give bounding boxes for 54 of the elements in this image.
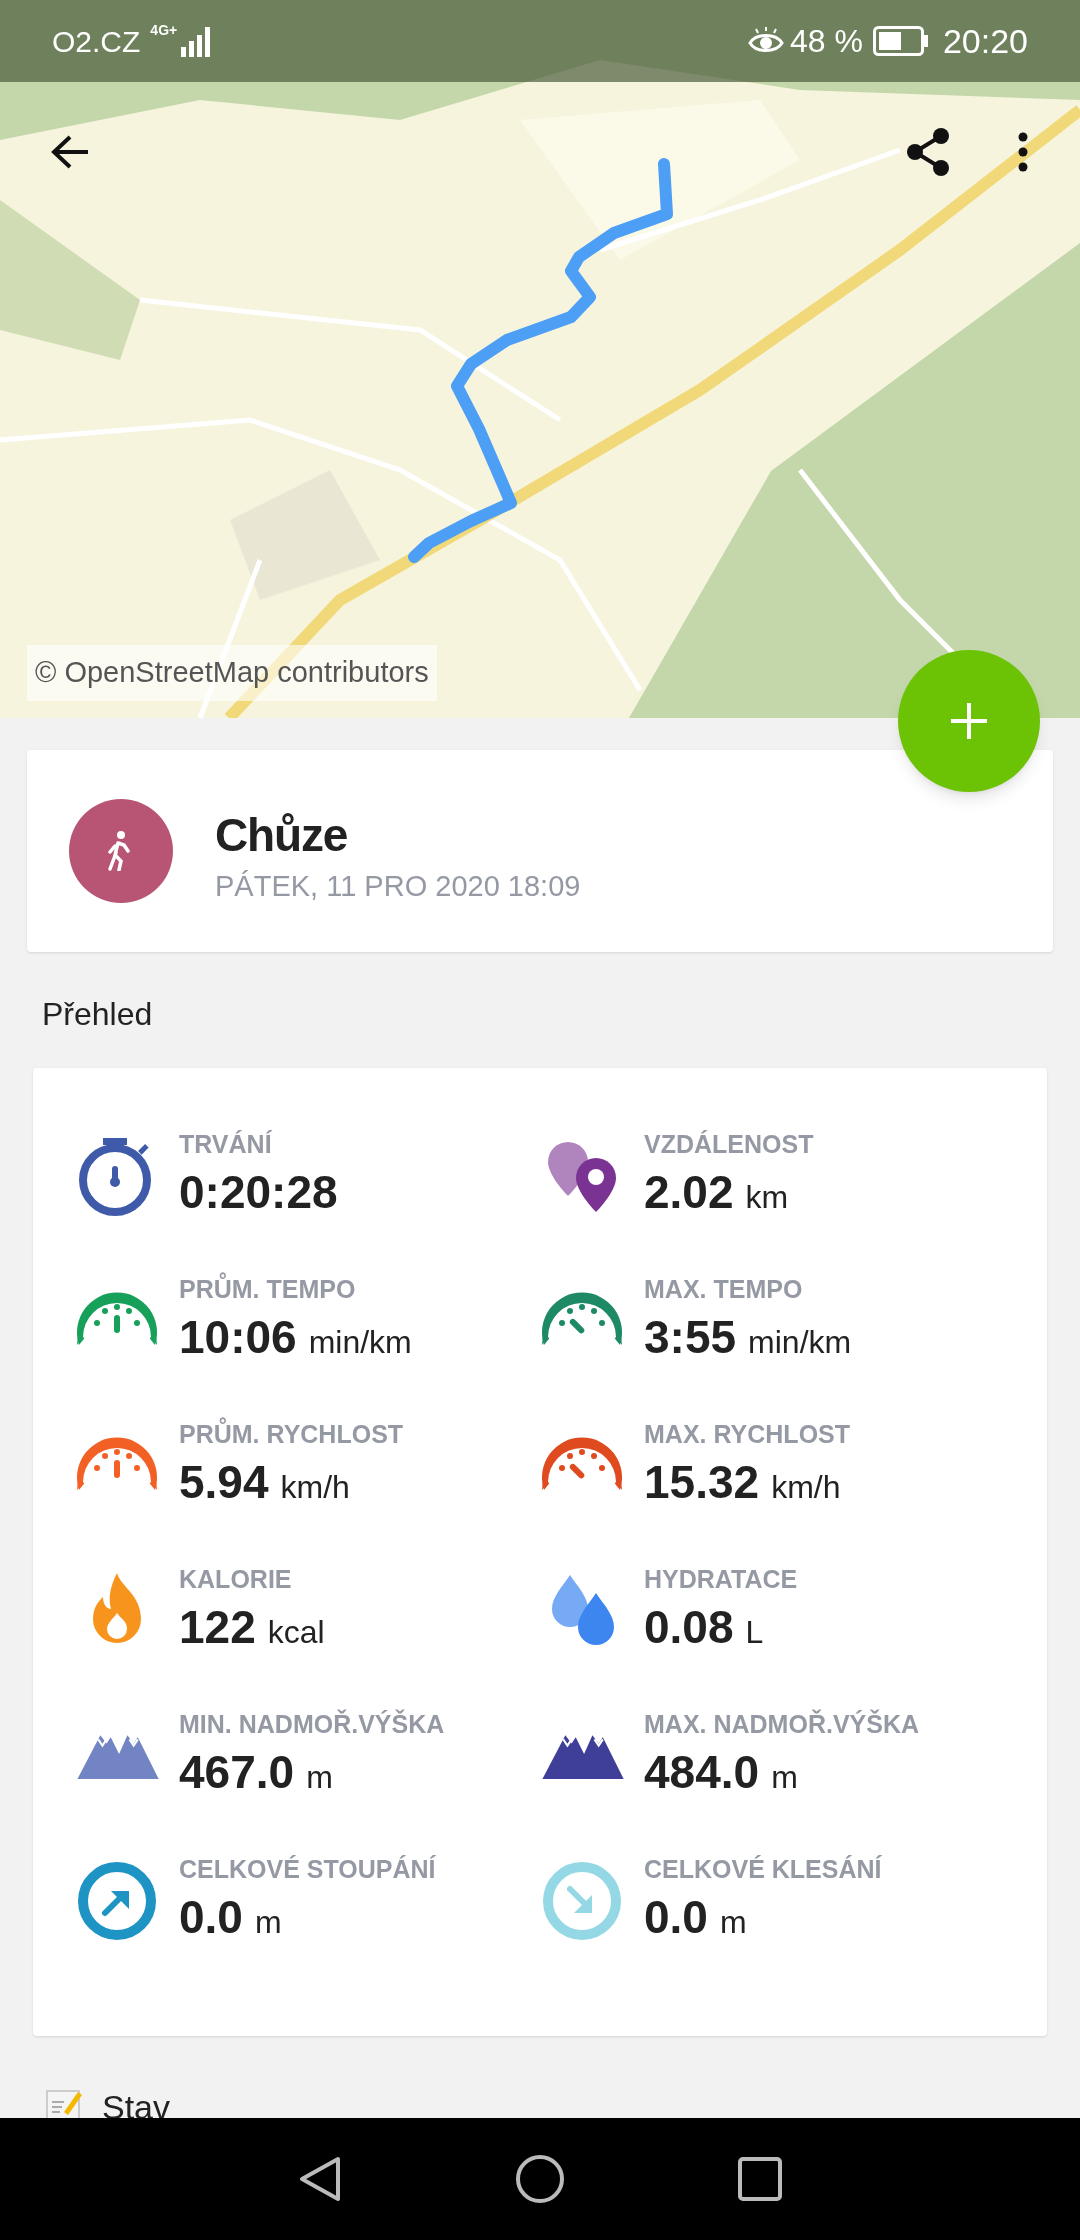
stat-value: 122	[179, 1600, 256, 1656]
stat-value: 0.0	[179, 1890, 243, 1946]
stat-label: MAX. TEMPO	[644, 1274, 804, 1306]
stat-label: MIN. NADMOŘ.VÝŠKA	[179, 1709, 445, 1741]
back-triangle-icon	[298, 2155, 342, 2203]
stat-unit: m	[771, 1758, 798, 1798]
stat-label: PRŮM. RYCHLOST	[179, 1419, 404, 1451]
stat-unit: m	[254, 1903, 282, 1943]
stat-unit: km	[745, 1178, 789, 1218]
stat-value: 0:20:28	[179, 1165, 338, 1221]
share-icon	[905, 127, 951, 177]
recents-square-icon	[738, 2157, 782, 2201]
stat-label: VZDÁLENOST	[644, 1129, 814, 1161]
plus-icon	[949, 701, 989, 741]
stat-label: TRVÁNÍ	[179, 1129, 273, 1161]
stat-value: 3:55	[644, 1310, 737, 1366]
battery-icon	[872, 26, 929, 56]
stat-unit: m	[306, 1758, 333, 1798]
stat-label: PRŮM. TEMPO	[179, 1274, 412, 1306]
carrier-name: O2.CZ	[52, 23, 141, 60]
more-options-icon	[1018, 132, 1028, 172]
stat-unit: km/h	[771, 1468, 841, 1508]
stat-label: CELKOVÉ KLESÁNÍ	[644, 1854, 882, 1886]
section-heading: Přehled	[42, 998, 154, 1030]
stat-value: 15.32	[644, 1455, 760, 1511]
stat-value: 484.0	[644, 1745, 760, 1801]
stat-value: 467.0	[179, 1745, 295, 1801]
stat-label: KALORIE	[179, 1564, 293, 1596]
home-nav-button[interactable]	[515, 2154, 565, 2204]
back-arrow-icon	[50, 134, 90, 170]
stat-unit: m	[719, 1903, 747, 1943]
activity-title: Chůze	[215, 811, 349, 858]
stat-unit: min/km	[308, 1323, 412, 1363]
stat-value: 0.0	[644, 1890, 708, 1946]
stat-label: MAX. RYCHLOST	[644, 1419, 851, 1451]
stat-label: CELKOVÉ STOUPÁNÍ	[179, 1854, 436, 1886]
stat-value: 10:06	[179, 1310, 297, 1366]
stat-value: 5.94	[179, 1455, 269, 1511]
stat-unit: min/km	[748, 1323, 852, 1363]
stat-unit: L	[745, 1613, 764, 1653]
stat-unit: km/h	[280, 1468, 350, 1508]
stat-unit: kcal	[267, 1613, 325, 1653]
stat-label: MAX. NADMOŘ.VÝŠKA	[644, 1709, 919, 1741]
recents-nav-button[interactable]	[735, 2154, 785, 2204]
stat-value: 0.08	[644, 1600, 734, 1656]
stat-label: HYDRATACE	[644, 1564, 798, 1596]
home-circle-icon	[515, 2154, 565, 2204]
network-type: 4G+	[150, 21, 178, 40]
activity-date: PÁTEK, 11 PRO 2020 18:09	[215, 871, 581, 901]
eye-icon	[747, 27, 784, 55]
map-attribution: © OpenStreetMap contributors	[27, 645, 437, 701]
clock: 20:20	[942, 20, 1028, 62]
stat-value: 2.02	[644, 1165, 734, 1221]
battery-percent: 48 %	[789, 22, 863, 61]
